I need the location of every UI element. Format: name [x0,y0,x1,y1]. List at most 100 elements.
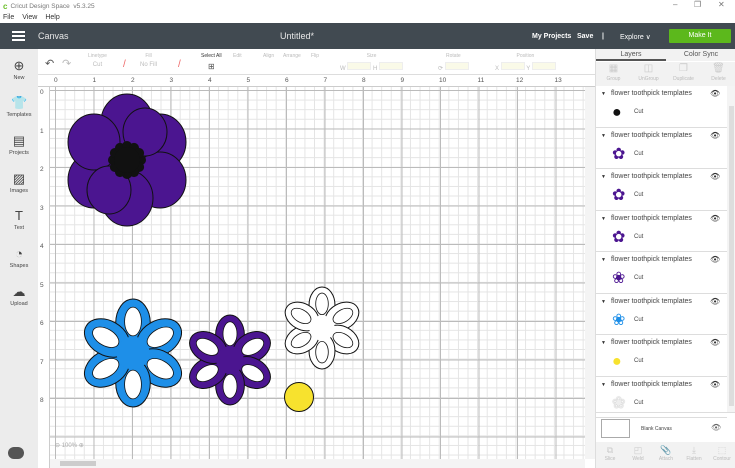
sidebar-item-shapes[interactable]: ◔ Shapes [0,247,38,270]
menu-help[interactable]: Help [45,14,59,21]
ruler-tick: 2 [40,166,44,173]
expand-icon[interactable]: ▼ [601,133,606,139]
app-version: v5.3.25 [73,2,95,10]
ruler-tick: 7 [40,358,44,366]
sidebar-item-templates[interactable]: 👕 Templates [0,96,38,119]
delete-button[interactable]: 🗑 Delete [701,62,735,86]
flower-center [116,336,150,370]
expand-icon[interactable]: ▼ [601,216,606,222]
tool-weld-button[interactable]: ◰ Weld [624,445,652,462]
restore-button[interactable]: ❐ [694,0,701,9]
layer-item[interactable]: ▼ flower toothpick templates 👁 ● Cut [596,335,727,377]
yellow-circle[interactable] [284,382,314,412]
layer-item[interactable]: ▼ flower toothpick templates 👁 ✿ Cut [596,211,727,252]
zoom-control[interactable]: ⊖ 100% ⊕ [55,442,84,449]
undo-icon[interactable]: ↶ [45,57,54,70]
layer-thumbnail: ✿ [612,228,626,246]
ruler-tick: 8 [362,77,366,84]
tool-slice-button[interactable]: ⧉ Slice [596,445,624,462]
tool-attach-button[interactable]: 📎 Attach [652,445,680,462]
blank-canvas-swatch[interactable] [601,419,630,438]
title-bar: c Cricut Design Space v5.3.25 – ❐ ✕ [0,0,735,12]
white-outline-flower[interactable] [280,286,364,370]
layer-item[interactable]: ▼ flower toothpick templates 👁 ❀ Cut [596,294,727,335]
layer-item[interactable]: ▼ flower toothpick templates 👁 ● Cut [596,86,727,128]
separator: | [602,33,604,40]
size-control[interactable]: Size W H [340,53,404,72]
eye-icon[interactable]: 👁 [710,131,720,140]
sidebar-item-images[interactable]: ▨ Images [0,172,38,195]
ruler-tick: 4 [208,77,212,84]
eye-icon[interactable]: 👁 [710,297,720,306]
layer-item[interactable]: ▼ flower toothpick templates 👁 ❀ Cut [596,252,727,294]
petal-hole [222,321,238,347]
tool-contour-button[interactable]: ⬚ Contour [708,445,735,462]
redo-icon[interactable]: ↷ [62,57,71,70]
linetype-color-icon[interactable]: / [123,59,126,70]
group-icon: ▦ [608,63,619,74]
expand-icon[interactable]: ▼ [601,174,606,180]
expand-icon[interactable]: ▼ [601,382,606,388]
edit-control[interactable]: Edit [233,53,242,59]
hide-icon[interactable]: 👁 [711,423,721,432]
my-projects-link[interactable]: My Projects [532,33,571,40]
layers-scrollbar[interactable] [727,86,735,412]
expand-icon[interactable]: ▼ [601,340,606,346]
section-title: Canvas [38,31,69,41]
arrange-control[interactable]: Arrange [283,53,301,59]
select-all-icon: ⊞ [207,62,215,71]
chat-icon[interactable] [8,447,24,459]
blank-canvas-row[interactable]: Blank Canvas 👁 [596,412,735,442]
position-control[interactable]: Position X Y [495,53,556,72]
make-it-button[interactable]: Make It [669,29,731,43]
minimize-button[interactable]: – [673,0,677,9]
design-canvas[interactable] [50,87,585,459]
flip-control[interactable]: Flip [311,53,319,59]
large-purple-flower[interactable] [67,93,187,227]
projects-icon: ▤ [12,133,26,148]
eye-icon[interactable]: 👁 [710,338,720,347]
expand-icon[interactable]: ▼ [601,91,606,97]
fill-color-icon[interactable]: / [178,59,181,70]
zoom-level: 100% [61,443,78,449]
align-control[interactable]: Align [263,53,274,59]
layer-thumbnail: ❀ [612,394,626,412]
ungroup-button[interactable]: ◫ UnGroup [631,62,666,86]
petal-hole [124,306,142,337]
expand-icon[interactable]: ▼ [601,257,606,263]
menu-view[interactable]: View [22,14,37,21]
select-all-button[interactable]: Select All ⊞ [201,53,222,71]
horizontal-scrollbar[interactable] [50,459,585,468]
explore-dropdown[interactable]: Explore ∨ [620,33,651,41]
group-button[interactable]: ▦ Group [596,62,631,86]
rotate-control[interactable]: Rotate ⟳ [438,53,469,72]
eye-icon[interactable]: 👁 [710,172,720,181]
upload-icon: ☁ [12,284,26,299]
tab-color-sync[interactable]: Color Sync [666,49,735,61]
sidebar-item-upload[interactable]: ☁ Upload [0,284,38,308]
ruler-tick: 11 [477,77,485,84]
expand-icon[interactable]: ▼ [601,299,606,305]
tool-flatten-button[interactable]: ⤓ Flatten [680,445,708,462]
eye-icon[interactable]: 👁 [710,89,720,98]
eye-icon[interactable]: 👁 [710,380,720,389]
save-link[interactable]: Save [577,33,593,40]
linetype-control[interactable]: Linetype Cut [88,53,107,68]
eye-icon[interactable]: 👁 [710,255,720,264]
sidebar-item-text[interactable]: T Text [0,209,38,232]
layer-item[interactable]: ▼ flower toothpick templates 👁 ✿ Cut [596,169,727,211]
sidebar-item-new[interactable]: ⊕ New [0,59,38,82]
ruler-tick: 12 [516,77,524,84]
tab-layers[interactable]: Layers [596,49,666,61]
close-button[interactable]: ✕ [718,0,725,9]
purple-outline-flower[interactable] [184,314,276,406]
blue-flower[interactable] [78,298,189,408]
duplicate-button[interactable]: ❐ Duplicate [666,62,701,86]
sidebar-item-projects[interactable]: ▤ Projects [0,133,38,157]
menu-file[interactable]: File [3,14,14,21]
layer-item[interactable]: ▼ flower toothpick templates 👁 ✿ Cut [596,128,727,169]
hamburger-menu-icon[interactable] [12,31,25,41]
fill-control[interactable]: Fill No Fill [140,53,157,68]
eye-icon[interactable]: 👁 [710,214,720,223]
vertical-scrollbar[interactable] [585,87,595,459]
